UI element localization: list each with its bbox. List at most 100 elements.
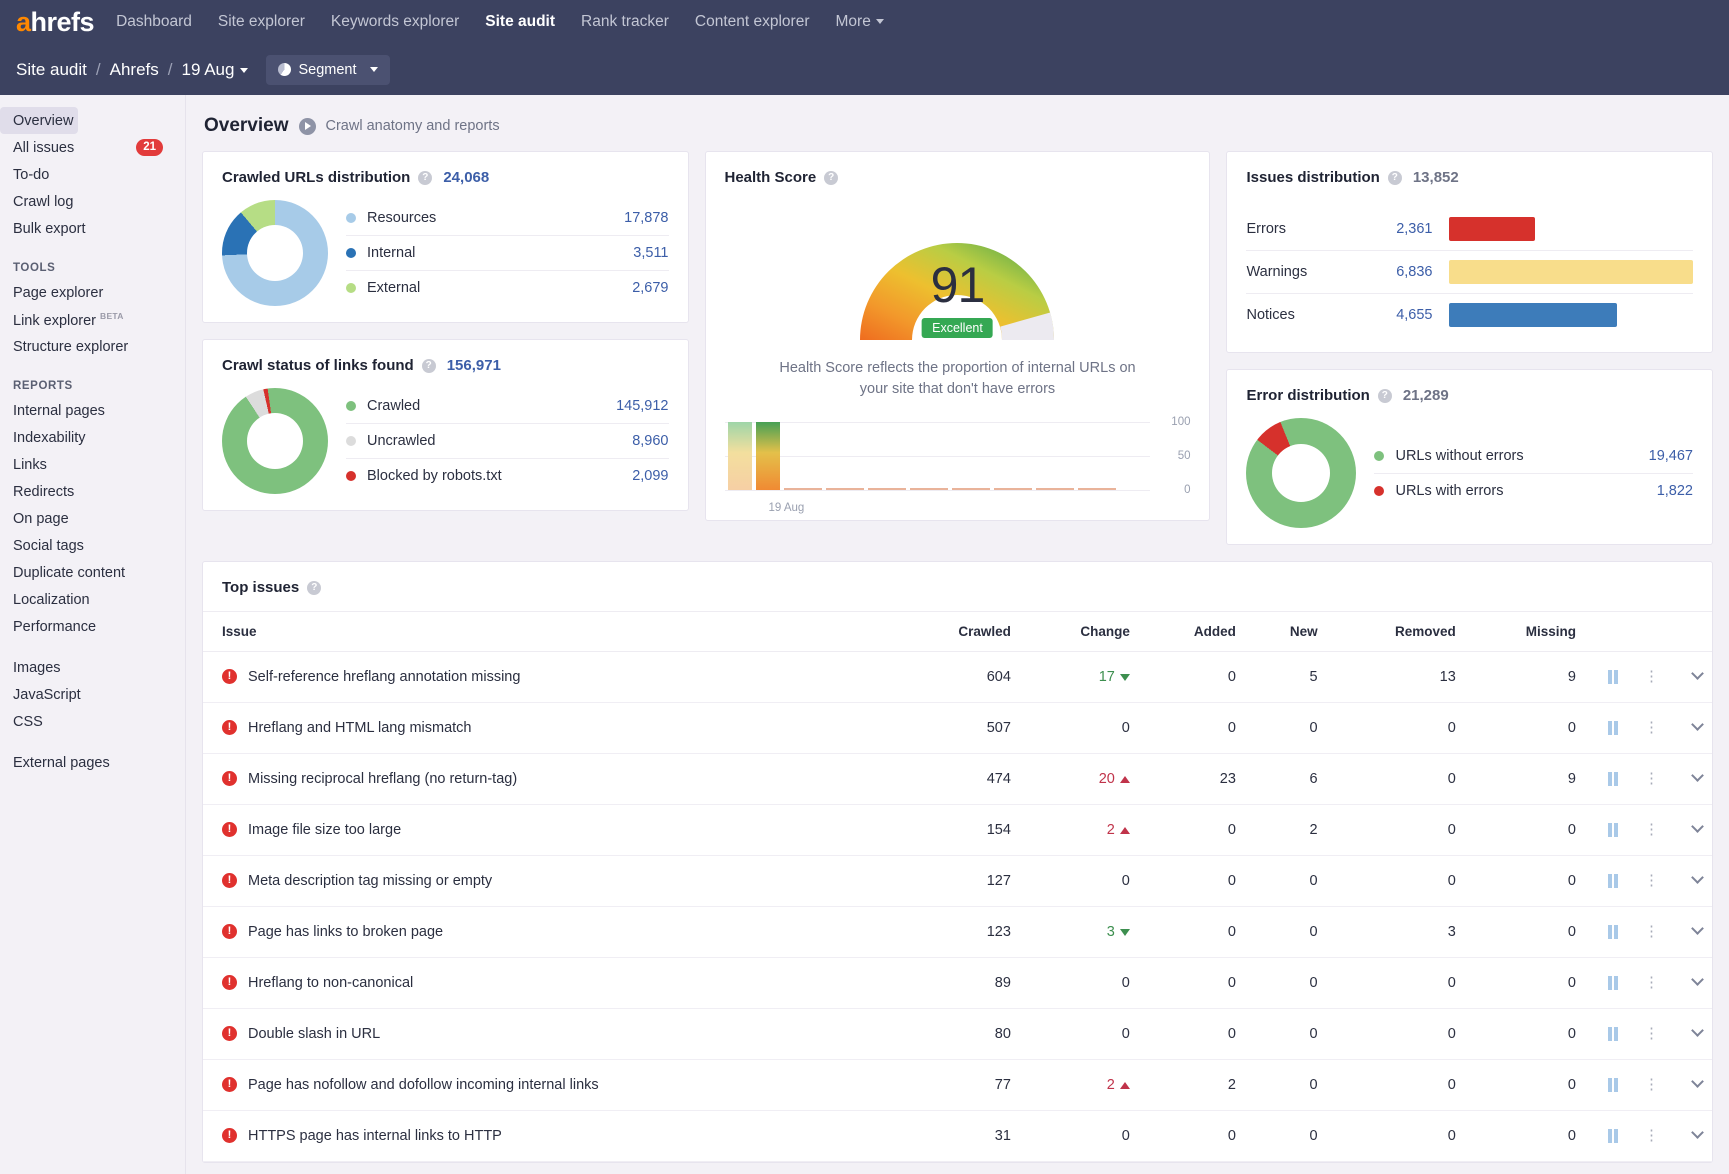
legend-row[interactable]: Uncrawled 8,960 xyxy=(346,424,669,459)
chevron-down-icon[interactable] xyxy=(1691,1024,1704,1037)
chevron-down-icon[interactable] xyxy=(1691,973,1704,986)
nav-link-dashboard[interactable]: Dashboard xyxy=(116,13,192,31)
sidebar-item-indexability[interactable]: Indexability xyxy=(0,424,175,451)
table-row[interactable]: ! Missing reciprocal hreflang (no return-… xyxy=(203,753,1712,805)
breadcrumb-project[interactable]: Site audit xyxy=(16,60,87,80)
breadcrumb-date-picker[interactable]: 19 Aug xyxy=(182,60,249,80)
kebab-menu-icon[interactable]: ⋮ xyxy=(1644,719,1660,736)
help-icon[interactable]: ? xyxy=(824,170,839,185)
sidebar-item-bulk-export[interactable]: Bulk export xyxy=(0,215,175,242)
nav-link-content-explorer[interactable]: Content explorer xyxy=(695,13,810,31)
legend-row[interactable]: URLs with errors 1,822 xyxy=(1374,474,1693,508)
help-icon[interactable]: ? xyxy=(421,358,436,373)
kebab-menu-icon[interactable]: ⋮ xyxy=(1644,1127,1660,1144)
chevron-down-icon[interactable] xyxy=(1691,1126,1704,1139)
sidebar-item-javascript[interactable]: JavaScript xyxy=(0,681,175,708)
table-row[interactable]: ! Image file size too large 154 2 0 2 0 0 ⋮ xyxy=(203,804,1712,856)
donut-hole xyxy=(247,413,303,469)
issue-link[interactable]: Image file size too large xyxy=(248,821,401,840)
column-header-change[interactable]: Change xyxy=(1020,611,1140,652)
legend-row[interactable]: Crawled 145,912 xyxy=(346,389,669,424)
chevron-down-icon[interactable] xyxy=(1691,718,1704,731)
table-row[interactable]: ! Hreflang and HTML lang mismatch 507 0 0 0 0 0… xyxy=(203,702,1712,754)
column-header-new[interactable]: New xyxy=(1245,611,1328,652)
table-row[interactable]: ! Page has nofollow and dofollow incoming… xyxy=(203,1059,1712,1111)
breadcrumb-site[interactable]: Ahrefs xyxy=(110,60,159,80)
column-header-crawled[interactable]: Crawled xyxy=(896,611,1021,652)
issue-link[interactable]: Double slash in URL xyxy=(248,1025,380,1044)
sidebar-item-page-explorer[interactable]: Page explorer xyxy=(0,279,175,306)
sidebar-item-duplicate-content[interactable]: Duplicate content xyxy=(0,559,175,586)
sidebar-item-on-page[interactable]: On page xyxy=(0,505,175,532)
sidebar-item-to-do[interactable]: To-do xyxy=(0,161,175,188)
sidebar-item-links[interactable]: Links xyxy=(0,451,175,478)
chevron-down-icon[interactable] xyxy=(1691,769,1704,782)
nav-link-rank-tracker[interactable]: Rank tracker xyxy=(581,13,669,31)
help-icon[interactable]: ? xyxy=(307,580,322,595)
issue-link[interactable]: HTTPS page has internal links to HTTP xyxy=(248,1127,502,1146)
ahrefs-logo[interactable]: a hrefs xyxy=(16,7,95,38)
issue-link[interactable]: Hreflang and HTML lang mismatch xyxy=(248,719,472,738)
nav-link-keywords-explorer[interactable]: Keywords explorer xyxy=(331,13,459,31)
kebab-menu-icon[interactable]: ⋮ xyxy=(1644,974,1660,991)
column-header-missing[interactable]: Missing xyxy=(1465,611,1586,652)
sidebar-item-images[interactable]: Images xyxy=(0,654,175,681)
issues-distribution-row[interactable]: Warnings 6,836 xyxy=(1246,251,1693,294)
kebab-menu-icon[interactable]: ⋮ xyxy=(1644,770,1660,787)
page-subtitle-link[interactable]: Crawl anatomy and reports xyxy=(326,118,500,134)
sidebar-item-crawl-log[interactable]: Crawl log xyxy=(0,188,175,215)
kebab-menu-icon[interactable]: ⋮ xyxy=(1644,923,1660,940)
segment-button[interactable]: Segment xyxy=(266,54,390,85)
sidebar-item-social-tags[interactable]: Social tags xyxy=(0,532,175,559)
legend-row[interactable]: External 2,679 xyxy=(346,271,669,305)
kebab-menu-icon[interactable]: ⋮ xyxy=(1644,1025,1660,1042)
issue-link[interactable]: Meta description tag missing or empty xyxy=(248,872,492,891)
table-row[interactable]: ! Hreflang to non-canonical 89 0 0 0 0 0 ⋮ xyxy=(203,957,1712,1009)
issue-link[interactable]: Self-reference hreflang annotation missi… xyxy=(248,668,520,687)
legend-row[interactable]: Blocked by robots.txt 2,099 xyxy=(346,459,669,493)
column-header-issue[interactable]: Issue xyxy=(203,611,897,652)
chevron-down-icon[interactable] xyxy=(1691,1075,1704,1088)
sidebar-item-structure-explorer[interactable]: Structure explorer xyxy=(0,333,175,360)
table-row[interactable]: ! Meta description tag missing or empty 12… xyxy=(203,855,1712,907)
chevron-down-icon[interactable] xyxy=(1691,667,1704,680)
column-header-added[interactable]: Added xyxy=(1139,611,1246,652)
nav-link-site-explorer[interactable]: Site explorer xyxy=(218,13,305,31)
help-icon[interactable]: ? xyxy=(418,170,433,185)
issue-link[interactable]: Page has links to broken page xyxy=(248,923,443,942)
chevron-down-icon[interactable] xyxy=(1691,871,1704,884)
column-header-removed[interactable]: Removed xyxy=(1327,611,1466,652)
issues-distribution-row[interactable]: Notices 4,655 xyxy=(1246,294,1693,336)
kebab-menu-icon[interactable]: ⋮ xyxy=(1644,821,1660,838)
play-video-icon[interactable] xyxy=(298,117,316,135)
sidebar-item-all-issues[interactable]: All issues 21 xyxy=(0,134,175,161)
kebab-menu-icon[interactable]: ⋮ xyxy=(1644,1076,1660,1093)
sidebar-item-performance[interactable]: Performance xyxy=(0,613,175,640)
issues-distribution-row[interactable]: Errors 2,361 xyxy=(1246,208,1693,251)
issue-link[interactable]: Hreflang to non-canonical xyxy=(248,974,413,993)
sidebar-item-internal-pages[interactable]: Internal pages xyxy=(0,397,175,424)
sidebar-item-link-explorer[interactable]: Link explorer BETA xyxy=(0,306,175,333)
sidebar-item-redirects[interactable]: Redirects xyxy=(0,478,175,505)
help-icon[interactable]: ? xyxy=(1387,170,1402,185)
table-row[interactable]: ! Page has links to broken page 123 3 0 0 3 0 ⋮ xyxy=(203,906,1712,958)
legend-row[interactable]: Resources 17,878 xyxy=(346,201,669,236)
table-row[interactable]: ! Double slash in URL 80 0 0 0 0 0 ⋮ xyxy=(203,1008,1712,1060)
sidebar-item-localization[interactable]: Localization xyxy=(0,586,175,613)
legend-row[interactable]: Internal 3,511 xyxy=(346,236,669,271)
sidebar-item-css[interactable]: CSS xyxy=(0,708,175,735)
table-row[interactable]: ! HTTPS page has internal links to HTTP 31… xyxy=(203,1110,1712,1162)
kebab-menu-icon[interactable]: ⋮ xyxy=(1644,872,1660,889)
issue-link[interactable]: Page has nofollow and dofollow incoming … xyxy=(248,1076,599,1095)
issue-link[interactable]: Missing reciprocal hreflang (no return-t… xyxy=(248,770,517,789)
nav-link-site-audit[interactable]: Site audit xyxy=(485,13,555,31)
table-row[interactable]: ! Self-reference hreflang annotation miss… xyxy=(203,651,1712,703)
nav-link-more[interactable]: More xyxy=(836,13,884,31)
chevron-down-icon[interactable] xyxy=(1691,820,1704,833)
legend-row[interactable]: URLs without errors 19,467 xyxy=(1374,439,1693,474)
sidebar-item-overview[interactable]: Overview xyxy=(0,107,78,134)
help-icon[interactable]: ? xyxy=(1377,388,1392,403)
chevron-down-icon[interactable] xyxy=(1691,922,1704,935)
sidebar-item-external-pages[interactable]: External pages xyxy=(0,749,175,776)
kebab-menu-icon[interactable]: ⋮ xyxy=(1644,668,1660,685)
